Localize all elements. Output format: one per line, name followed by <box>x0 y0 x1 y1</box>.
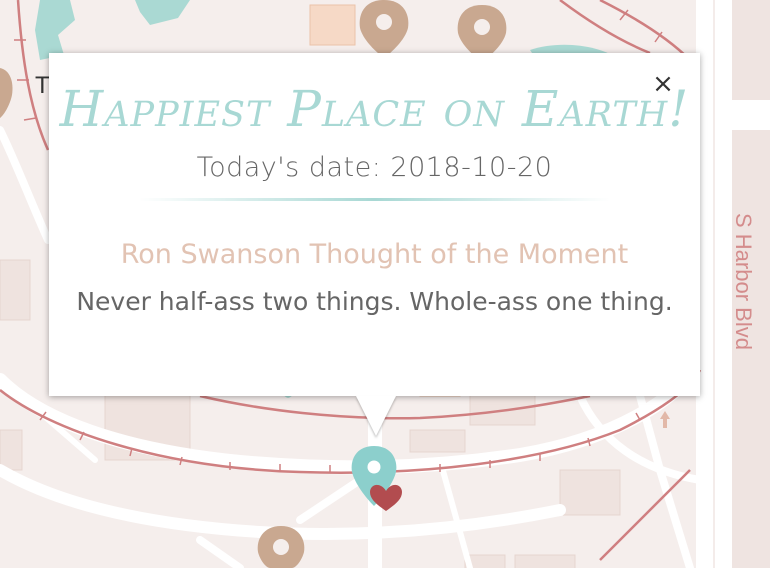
quote-text: Never half-ass two things. Whole-ass one… <box>76 287 673 316</box>
todays-date: Today's date: 2018-10-20 <box>196 152 553 183</box>
popup-tip <box>356 396 396 436</box>
divider <box>139 198 610 201</box>
poi-marker[interactable] <box>257 526 305 568</box>
quote-heading: Ron Swanson Thought of the Moment <box>120 239 629 270</box>
map-pin-icon <box>257 526 305 568</box>
popup-title: Happiest Place on Earth! <box>59 80 690 138</box>
info-popup: × Happiest Place on Earth! Today's date:… <box>49 53 700 436</box>
map-place-label-fragment: T <box>35 72 50 99</box>
